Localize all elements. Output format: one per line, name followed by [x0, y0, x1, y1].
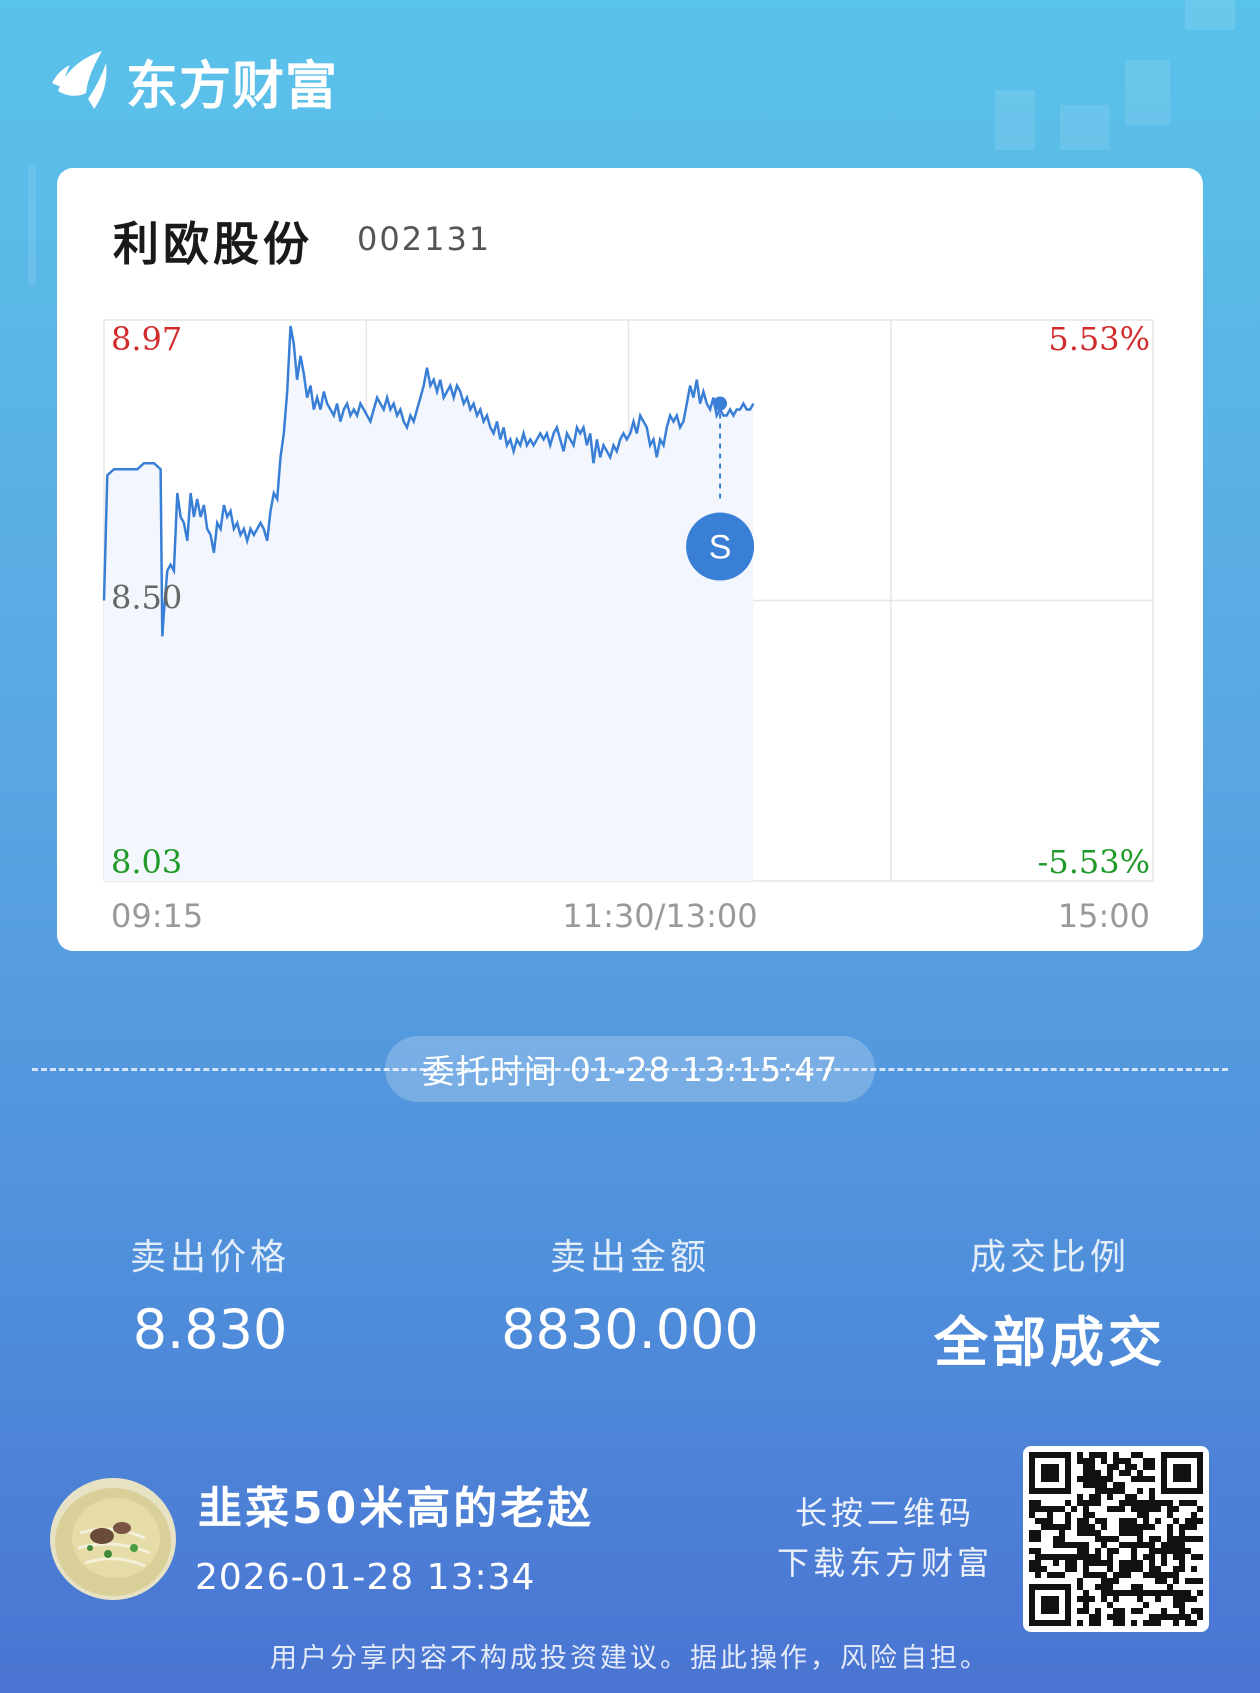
intraday-chart: S 8.97 8.50 8.03 5.53% -5.53% 09:15 11:3… — [102, 319, 1154, 935]
commission-label: 委托时间 — [421, 1052, 558, 1091]
pct-label-bottom: -5.53% — [1038, 843, 1150, 881]
qr-hint-line2: 下载东方财富 — [776, 1544, 993, 1582]
eastmoney-logo-icon — [52, 51, 107, 109]
stat-fill-ratio: 成交比例 全部成交 — [890, 1228, 1210, 1377]
disclaimer: 用户分享内容不构成投资建议。据此操作，风险自担。 — [270, 1643, 990, 1674]
share-time: 2026-01-28 13:34 — [195, 1557, 536, 1598]
stat-label: 成交比例 — [969, 1237, 1130, 1278]
y-label-top: 8.97 — [111, 320, 182, 358]
x-label-start: 09:15 — [111, 897, 203, 935]
commission-value: 01-28 13:15:47 — [569, 1049, 839, 1089]
price-area — [104, 326, 754, 881]
stat-sell-amount: 卖出金额 8830.000 — [470, 1228, 790, 1361]
x-label-end: 15:00 — [1058, 897, 1150, 935]
stat-label: 卖出价格 — [129, 1237, 290, 1278]
qr-hint-line1: 长按二维码 — [794, 1494, 975, 1532]
stat-value: 全部成交 — [934, 1311, 1166, 1374]
y-label-mid: 8.50 — [111, 579, 182, 617]
sell-marker-icon: S — [686, 512, 755, 581]
marker-point — [713, 396, 728, 411]
user-name: 韭菜50米高的老赵 — [198, 1483, 595, 1534]
avatar-noodle-icon — [50, 1478, 176, 1600]
stat-value: 8.830 — [132, 1298, 288, 1361]
avatar[interactable] — [50, 1478, 176, 1600]
decor-candles — [995, 90, 1035, 150]
y-label-bottom: 8.03 — [111, 843, 182, 881]
qr-hint: 长按二维码 下载东方财富 — [770, 1488, 1000, 1588]
x-label-mid: 11:30/13:00 — [562, 897, 757, 935]
stat-label: 卖出金额 — [549, 1237, 710, 1278]
brand-name: 东方财富 — [126, 56, 339, 117]
sell-marker-label: S — [709, 529, 732, 567]
stat-value: 8830.000 — [501, 1298, 759, 1361]
stat-sell-price: 卖出价格 8.830 — [50, 1228, 370, 1361]
qr-code[interactable] — [1023, 1446, 1209, 1632]
pct-label-top: 5.53% — [1048, 320, 1150, 358]
brand-header: 东方财富 — [48, 46, 339, 117]
stock-card[interactable]: 利欧股份 002131 S 8.97 8.50 8.03 5.53% -5.53… — [57, 168, 1203, 951]
qr-code-icon — [1029, 1452, 1203, 1626]
commission-time-pill: 委托时间 01-28 13:15:47 — [385, 1036, 875, 1102]
